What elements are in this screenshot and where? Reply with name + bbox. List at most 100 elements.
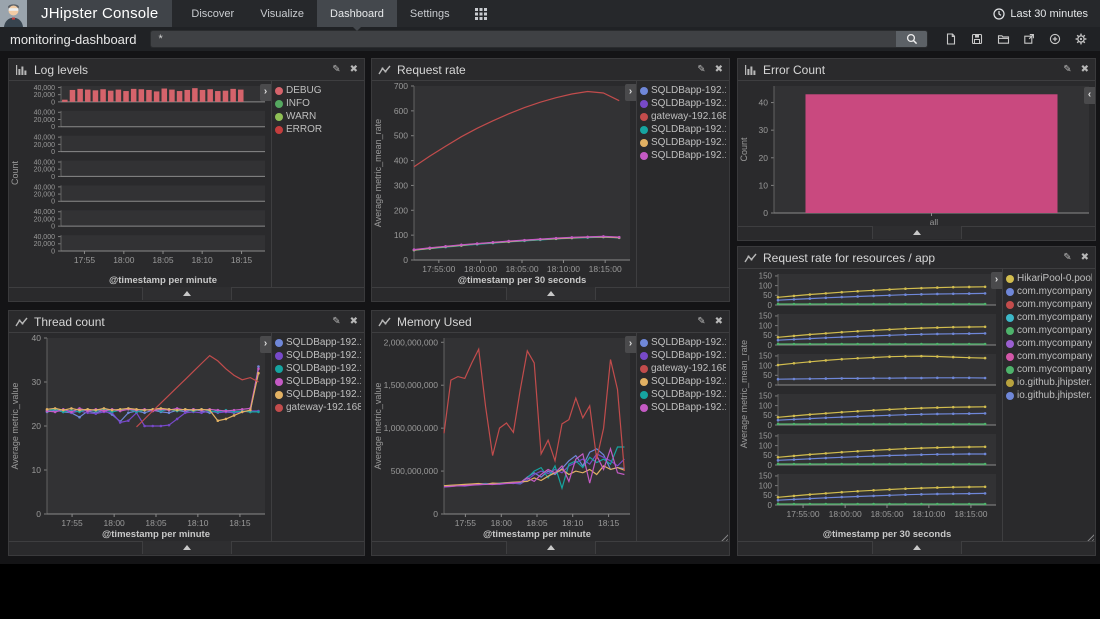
new-dashboard-button[interactable] xyxy=(938,29,964,49)
clock-icon xyxy=(993,8,1005,20)
legend-item[interactable]: com.mycompany.myap... xyxy=(1003,311,1095,324)
nav-item[interactable]: Visualize xyxy=(247,0,317,27)
legend-item[interactable]: SQLDBapp-192.168.4... xyxy=(637,336,729,349)
save-dashboard-button[interactable] xyxy=(964,29,990,49)
svg-text:50: 50 xyxy=(763,451,772,460)
close-panel-icon[interactable]: ✖ xyxy=(350,317,358,327)
legend-toggle-icon[interactable]: › xyxy=(260,336,271,353)
panel-error-count: Error Count ✎ ✖ 010203040_allCount ‹ xyxy=(737,58,1096,241)
legend-toggle-icon[interactable]: › xyxy=(625,84,636,101)
close-panel-icon[interactable]: ✖ xyxy=(715,65,723,75)
share-dashboard-button[interactable] xyxy=(1016,29,1042,49)
collapse-panel-button[interactable] xyxy=(142,541,232,554)
dashboard-name: monitoring-dashboard xyxy=(0,32,146,47)
legend-item[interactable]: WARN xyxy=(272,110,364,123)
legend-item[interactable]: com.mycompany.myap... xyxy=(1003,337,1095,350)
legend-item[interactable]: gateway-192.168.43.8:... xyxy=(637,362,729,375)
collapse-panel-button[interactable] xyxy=(142,287,232,300)
legend-toggle-icon[interactable]: ‹ xyxy=(1084,87,1095,104)
legend-item[interactable]: SQLDBapp-192.168.4... xyxy=(637,401,729,414)
add-visualization-button[interactable] xyxy=(1042,29,1068,49)
legend-item[interactable]: com.mycompany.myap... xyxy=(1003,350,1095,363)
svg-text:18:00: 18:00 xyxy=(491,518,513,528)
legend-item[interactable]: DEBUG xyxy=(272,84,364,97)
edit-panel-icon[interactable]: ✎ xyxy=(332,65,340,75)
svg-text:Count: Count xyxy=(10,161,20,186)
legend-item[interactable]: SQLDBapp-192.168.4... xyxy=(272,349,364,362)
nav-item[interactable]: Dashboard xyxy=(317,0,397,27)
legend-item[interactable]: io.github.jhipster.web.r... xyxy=(1003,389,1095,402)
legend-item[interactable]: INFO xyxy=(272,97,364,110)
legend-item[interactable]: SQLDBapp-192.168.4... xyxy=(637,349,729,362)
panel-title: Request rate for resources / app xyxy=(763,251,1063,265)
svg-text:50: 50 xyxy=(763,491,772,500)
panel-title: Memory Used xyxy=(397,315,697,329)
svg-text:50: 50 xyxy=(763,291,772,300)
chevron-up-icon xyxy=(183,545,191,550)
svg-text:0: 0 xyxy=(768,501,773,510)
legend-item[interactable]: com.mycompany.myap... xyxy=(1003,298,1095,311)
panel-log-levels: Log levels ✎ ✖ 020,00040,000020,00040,00… xyxy=(8,58,365,302)
time-range-label: Last 30 minutes xyxy=(1010,8,1088,20)
nav-item[interactable]: Discover xyxy=(178,0,247,27)
collapse-panel-button[interactable] xyxy=(872,226,962,239)
legend-item[interactable]: SQLDBapp-192.168.4... xyxy=(637,123,729,136)
query-input[interactable] xyxy=(150,30,896,48)
svg-text:200: 200 xyxy=(394,205,408,215)
jhipster-logo[interactable] xyxy=(0,0,27,27)
nav-item[interactable]: Settings xyxy=(397,0,463,27)
svg-text:@timestamp per minute: @timestamp per minute xyxy=(102,529,210,540)
svg-text:150: 150 xyxy=(759,272,773,281)
close-panel-icon[interactable]: ✖ xyxy=(1081,65,1089,75)
legend-item[interactable]: io.github.jhipster.web.r... xyxy=(1003,376,1095,389)
edit-panel-icon[interactable]: ✎ xyxy=(1063,253,1071,263)
legend-toggle-icon[interactable]: › xyxy=(991,272,1002,289)
svg-text:150: 150 xyxy=(759,312,773,321)
close-panel-icon[interactable]: ✖ xyxy=(1081,253,1089,263)
options-button[interactable] xyxy=(1068,29,1094,49)
svg-text:0: 0 xyxy=(768,461,773,470)
collapse-panel-button[interactable] xyxy=(506,541,596,554)
legend-color-dot xyxy=(1006,366,1014,374)
legend-item[interactable]: com.mycompany.myap... xyxy=(1003,285,1095,298)
edit-panel-icon[interactable]: ✎ xyxy=(332,317,340,327)
legend-item[interactable]: SQLDBapp-192.168.4... xyxy=(637,84,729,97)
collapse-panel-button[interactable] xyxy=(872,541,962,554)
svg-text:0: 0 xyxy=(763,208,768,218)
apps-grid-icon[interactable] xyxy=(463,0,499,27)
legend-toggle-icon[interactable]: › xyxy=(260,84,271,101)
close-panel-icon[interactable]: ✖ xyxy=(715,317,723,327)
legend-item[interactable]: ERROR xyxy=(272,123,364,136)
edit-panel-icon[interactable]: ✎ xyxy=(697,317,705,327)
legend-item[interactable]: SQLDBapp-192.168.4... xyxy=(637,97,729,110)
thread-count-chart: 01020304017:5518:0018:0518:1018:15@times… xyxy=(9,333,271,541)
error-count-chart: 010203040_allCount xyxy=(738,81,1095,226)
legend-item[interactable]: SQLDBapp-192.168.4... xyxy=(637,388,729,401)
svg-text:40,000: 40,000 xyxy=(34,110,56,117)
legend-item[interactable]: SQLDBapp-192.168.4... xyxy=(272,388,364,401)
legend-item[interactable]: SQLDBapp-192.168.4... xyxy=(272,375,364,388)
legend-item[interactable]: HikariPool-0.pool.Wait xyxy=(1003,272,1095,285)
edit-panel-icon[interactable]: ✎ xyxy=(697,65,705,75)
legend-item[interactable]: SQLDBapp-192.168.4... xyxy=(272,362,364,375)
legend-item[interactable]: SQLDBapp-192.168.4... xyxy=(637,136,729,149)
screen: JHipster Console DiscoverVisualizeDashbo… xyxy=(0,0,1100,619)
search-button[interactable] xyxy=(896,30,928,48)
legend-item[interactable]: gateway-192.168.43.8:... xyxy=(272,401,364,414)
edit-panel-icon[interactable]: ✎ xyxy=(1063,65,1071,75)
legend-color-dot xyxy=(640,87,648,95)
legend-item[interactable]: gateway-192.168.43.8:... xyxy=(637,110,729,123)
legend-item[interactable]: com.mycompany.myap... xyxy=(1003,324,1095,337)
legend-color-dot xyxy=(275,352,283,360)
svg-text:1,500,000,000: 1,500,000,000 xyxy=(384,380,439,390)
chevron-up-icon xyxy=(183,291,191,296)
legend-item[interactable]: SQLDBapp-192.168.4... xyxy=(637,149,729,162)
legend-item[interactable]: SQLDBapp-192.168.4... xyxy=(637,375,729,388)
legend-item[interactable]: com.mycompany.myap... xyxy=(1003,363,1095,376)
legend-item[interactable]: SQLDBapp-192.168.4... xyxy=(272,336,364,349)
legend-toggle-icon[interactable]: › xyxy=(625,336,636,353)
load-dashboard-button[interactable] xyxy=(990,29,1016,49)
collapse-panel-button[interactable] xyxy=(506,287,596,300)
close-panel-icon[interactable]: ✖ xyxy=(350,65,358,75)
time-picker[interactable]: Last 30 minutes xyxy=(981,0,1100,27)
